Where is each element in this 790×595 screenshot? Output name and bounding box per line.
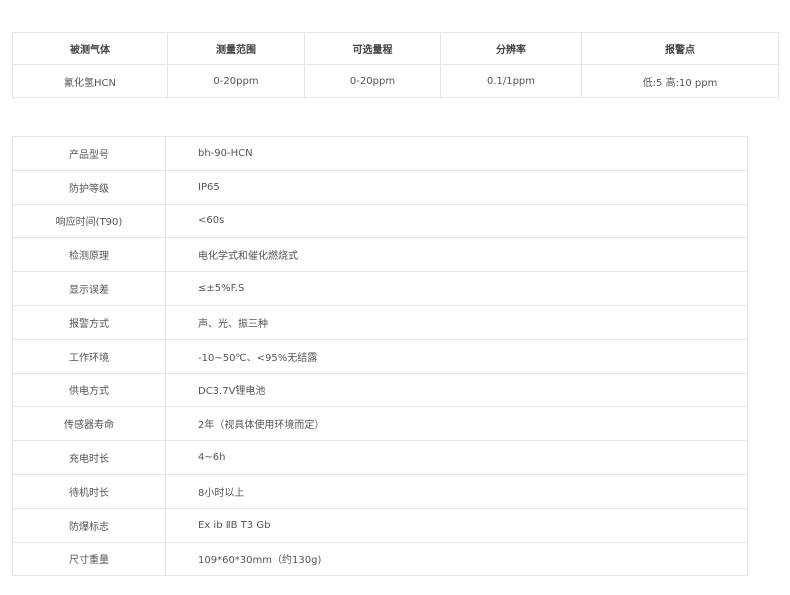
spec-key: 响应时间(T90) bbox=[12, 203, 166, 239]
spec-key: 防护等级 bbox=[12, 169, 166, 205]
spec-value: DC3.7V锂电池 bbox=[165, 372, 748, 408]
gas-table-header-row: 被测气体 测量范围 可选量程 分辨率 报警点 bbox=[12, 32, 779, 65]
spec-key: 充电时长 bbox=[12, 440, 166, 475]
header-resolution: 分辨率 bbox=[440, 32, 582, 65]
spec-value: <60s bbox=[165, 203, 748, 239]
spec-value: bh-90-HCN bbox=[165, 136, 748, 171]
header-optional-range: 可选量程 bbox=[304, 32, 441, 65]
cell-alarm-point: 低:5 高:10 ppm bbox=[581, 64, 779, 98]
cell-measure-range: 0-20ppm bbox=[167, 64, 305, 98]
spec-key: 传感器寿命 bbox=[12, 406, 166, 442]
spec-value: -10~50℃、<95%无结露 bbox=[165, 338, 748, 374]
header-alarm-point: 报警点 bbox=[581, 32, 779, 65]
spec-key: 产品型号 bbox=[12, 136, 166, 171]
cell-optional-range: 0-20ppm bbox=[304, 64, 441, 98]
spec-key: 报警方式 bbox=[12, 304, 166, 340]
gas-table-header: 被测气体 测量范围 可选量程 分辨率 报警点 bbox=[12, 32, 779, 65]
table-row: 检测原理 电化学式和催化燃烧式 bbox=[12, 237, 748, 273]
table-row: 产品型号 bh-90-HCN bbox=[12, 136, 748, 171]
table-row: 报警方式 声、光、振三种 bbox=[12, 304, 748, 340]
table-row: 充电时长 4~6h bbox=[12, 440, 748, 475]
table-row: 尺寸重量 109*60*30mm（约130g) bbox=[12, 541, 748, 577]
table-row: 工作环境 -10~50℃、<95%无结露 bbox=[12, 338, 748, 374]
spec-key: 供电方式 bbox=[12, 372, 166, 408]
gas-table: 被测气体 测量范围 可选量程 分辨率 报警点 氰化氢HCN 0-20ppm 0-… bbox=[12, 32, 779, 98]
spec-value: 2年（视具体使用环境而定） bbox=[165, 406, 748, 442]
header-gas: 被测气体 bbox=[12, 32, 168, 65]
table-row: 显示误差 ≤±5%F.S bbox=[12, 271, 748, 306]
table-row: 响应时间(T90) <60s bbox=[12, 203, 748, 239]
spec-key: 防爆标志 bbox=[12, 507, 166, 543]
table-row: 氰化氢HCN 0-20ppm 0-20ppm 0.1/1ppm 低:5 高:10… bbox=[12, 64, 779, 98]
spec-key: 检测原理 bbox=[12, 237, 166, 273]
table-row: 防爆标志 Ex ib ⅡB T3 Gb bbox=[12, 507, 748, 543]
cell-resolution: 0.1/1ppm bbox=[440, 64, 582, 98]
table-row: 传感器寿命 2年（视具体使用环境而定） bbox=[12, 406, 748, 442]
spec-value: IP65 bbox=[165, 169, 748, 205]
table-row: 待机时长 8小时以上 bbox=[12, 473, 748, 509]
header-measure-range: 测量范围 bbox=[167, 32, 305, 65]
table-row: 供电方式 DC3.7V锂电池 bbox=[12, 372, 748, 408]
spec-key: 待机时长 bbox=[12, 473, 166, 509]
spec-value: ≤±5%F.S bbox=[165, 271, 748, 306]
spec-value: 电化学式和催化燃烧式 bbox=[165, 237, 748, 273]
spec-value: Ex ib ⅡB T3 Gb bbox=[165, 507, 748, 543]
spec-key: 工作环境 bbox=[12, 338, 166, 374]
spec-value: 109*60*30mm（约130g) bbox=[165, 541, 748, 577]
spec-value: 4~6h bbox=[165, 440, 748, 475]
spec-value: 8小时以上 bbox=[165, 473, 748, 509]
cell-gas: 氰化氢HCN bbox=[12, 64, 168, 98]
spec-table: 产品型号 bh-90-HCN 防护等级 IP65 响应时间(T90) <60s … bbox=[12, 136, 748, 577]
spec-key: 尺寸重量 bbox=[12, 541, 166, 577]
spec-key: 显示误差 bbox=[12, 271, 166, 306]
table-row: 防护等级 IP65 bbox=[12, 169, 748, 205]
spec-value: 声、光、振三种 bbox=[165, 304, 748, 340]
